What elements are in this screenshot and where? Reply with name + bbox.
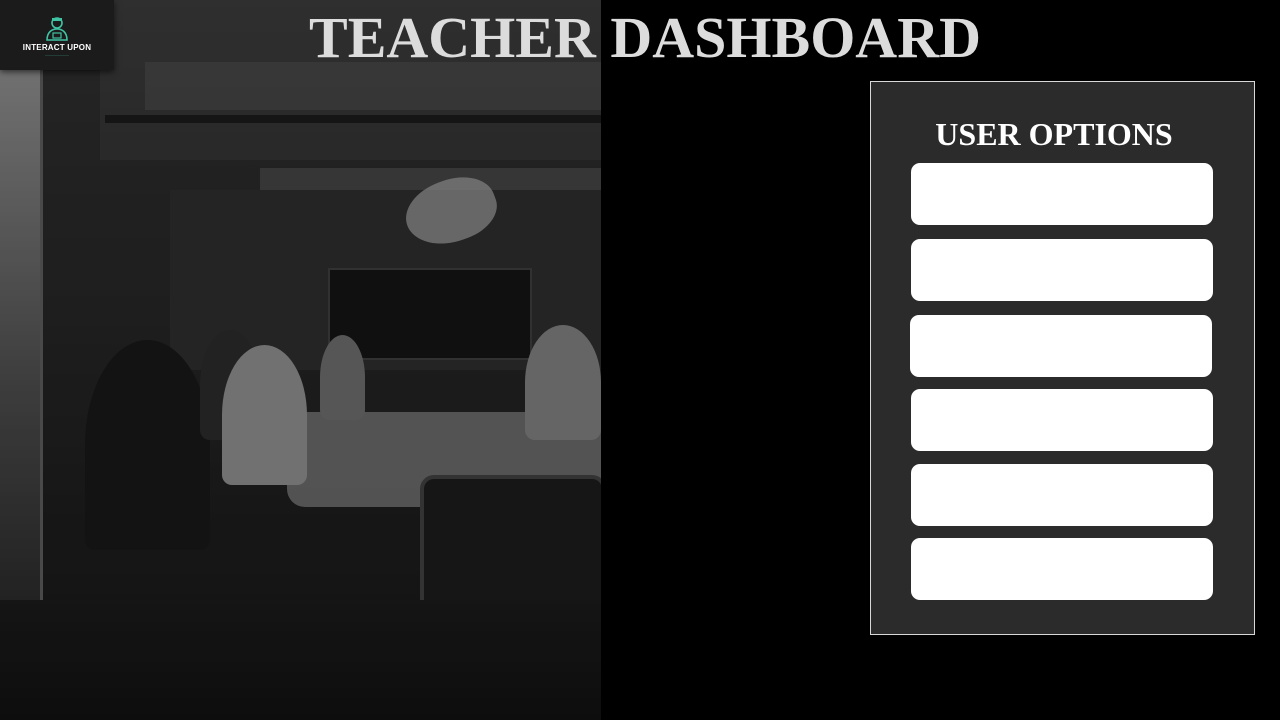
user-options-panel: USER OPTIONS xyxy=(870,81,1255,635)
logo-name: INTERACT UPON xyxy=(22,43,92,52)
photo-shade-overlay xyxy=(0,0,601,720)
user-option-button-4[interactable] xyxy=(911,389,1213,451)
logo-tagline-mark: ———————— xyxy=(45,53,69,57)
meeting-room-background-photo xyxy=(0,0,601,720)
teacher-person-icon xyxy=(46,17,68,41)
user-option-button-3[interactable] xyxy=(910,315,1212,377)
user-option-button-2[interactable] xyxy=(911,239,1213,301)
user-option-button-1[interactable] xyxy=(911,163,1213,225)
user-option-button-6[interactable] xyxy=(911,538,1213,600)
user-option-button-5[interactable] xyxy=(911,464,1213,526)
app-logo[interactable]: INTERACT UPON ———————— xyxy=(0,0,114,70)
page-title: TEACHER DASHBOARD xyxy=(309,5,981,70)
user-options-title: USER OPTIONS xyxy=(935,116,1173,152)
dashboard-page: INTERACT UPON ———————— TEACHER DASHBOARD… xyxy=(0,0,1280,720)
